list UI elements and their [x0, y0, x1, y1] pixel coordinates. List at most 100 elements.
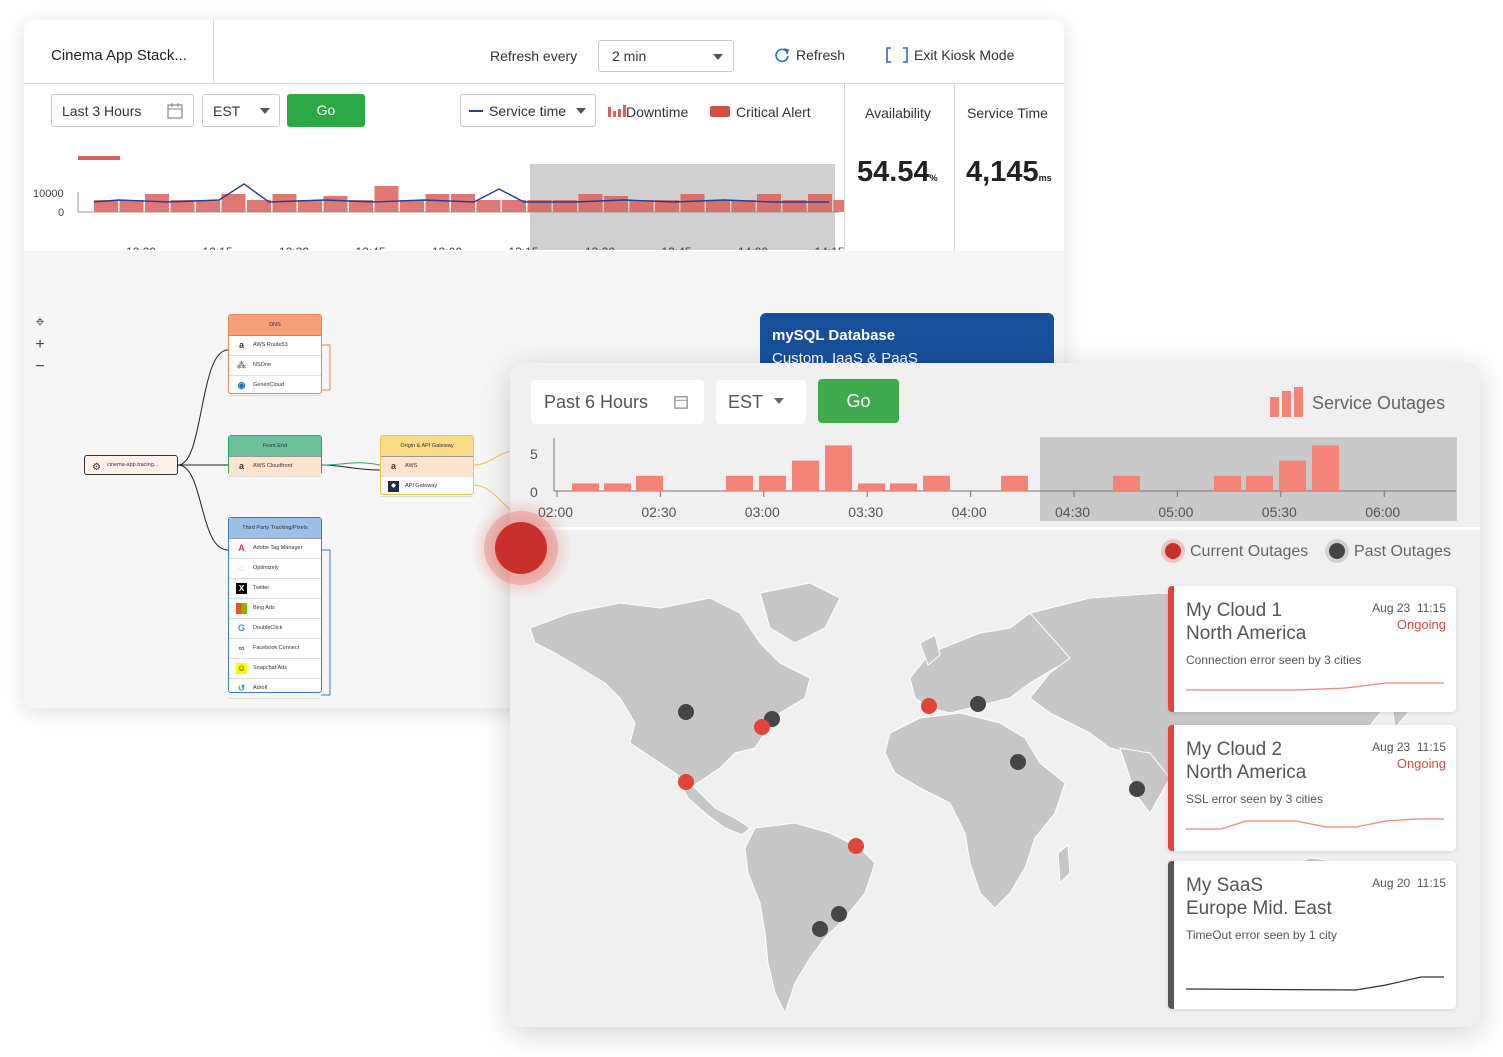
downtime-legend[interactable]: Downtime — [608, 104, 688, 120]
current-outage-marker[interactable] — [678, 774, 694, 790]
critical-alert-legend[interactable]: Critical Alert — [710, 104, 811, 120]
current-outage-marker[interactable] — [921, 698, 937, 714]
tracker-item-label: Optimizely — [253, 565, 279, 571]
origin-group[interactable]: Origin & API Gateway a AWS ◆ API Gateway — [380, 435, 474, 497]
tracker-item-label: Bing Ads — [253, 605, 275, 611]
x-tick: 13:45 — [662, 245, 692, 250]
outage-bar — [1312, 445, 1339, 491]
tracker-item[interactable]: ↺ Adroll — [229, 679, 321, 699]
x-tick: 05:00 — [1158, 504, 1193, 520]
card-timestamp: Aug 20 11:15 — [1372, 876, 1446, 890]
current-outage-beacon[interactable] — [471, 498, 571, 598]
tracker-item[interactable]: ☺ Snapchat Ads — [229, 659, 321, 679]
dns-item-label: GeneriCloud — [253, 382, 284, 388]
dns-item[interactable]: ⁂ NSOne — [229, 356, 321, 376]
adobe-icon: A — [238, 543, 245, 553]
refresh-interval-select[interactable]: 2 min — [598, 40, 734, 72]
past-outage-marker[interactable] — [1010, 754, 1026, 770]
time-range-picker[interactable]: Last 3 Hours — [51, 94, 194, 127]
time-range-value: Last 3 Hours — [62, 103, 142, 119]
frontend-group[interactable]: Front End a AWS Cloudfront — [228, 435, 322, 477]
downtime-bar — [706, 200, 730, 212]
service-outages-title-text: Service Outages — [1312, 393, 1446, 413]
current-outage-dot-icon — [1165, 543, 1181, 559]
africa-shape — [884, 712, 1066, 909]
refresh-button[interactable]: Refresh — [774, 47, 845, 63]
x-tick: 12:45 — [356, 245, 386, 250]
chevron-down-icon — [576, 108, 586, 114]
y-tick: 0 — [530, 484, 538, 500]
x-tick: 12:15 — [203, 245, 233, 250]
current-outage-marker[interactable] — [848, 838, 864, 854]
refresh-label: Refresh — [796, 47, 846, 63]
card-description: SSL error seen by 3 cities — [1186, 792, 1323, 806]
exit-kiosk-label: Exit Kiosk Mode — [914, 47, 1015, 63]
service-time-legend-select[interactable]: Service time — [460, 94, 596, 127]
x-tick: 04:00 — [952, 504, 987, 520]
outage-bar — [759, 475, 786, 491]
availability-number: 54.54 — [857, 156, 930, 188]
go-button[interactable]: Go — [287, 94, 365, 127]
origin-item[interactable]: ◆ API Gateway — [381, 477, 473, 497]
timezone-select[interactable]: EST — [202, 94, 280, 127]
outage-go-button[interactable]: Go — [818, 379, 899, 423]
card-sparkline — [1186, 682, 1444, 691]
meta-icon: ∞ — [238, 643, 245, 653]
past-outage-marker[interactable] — [812, 921, 828, 937]
past-outage-marker[interactable] — [1129, 781, 1145, 797]
kpi-divider-1 — [844, 83, 845, 251]
x-tick: 12:30 — [279, 245, 309, 250]
past-outage-marker[interactable] — [970, 696, 986, 712]
dns-item-label: AWS Route53 — [253, 342, 288, 348]
network-icon: ⁂ — [237, 360, 246, 370]
card-timestamp: Aug 23 11:15 — [1372, 601, 1446, 615]
outage-timezone-select[interactable]: EST — [716, 380, 806, 424]
tracker-item[interactable]: Bing Ads — [229, 599, 321, 619]
current-outages-legend[interactable]: Current Outages — [1165, 543, 1308, 561]
bar-chart-icon — [1270, 387, 1303, 417]
root-node[interactable]: ⚙ cinema-app.tracing... — [84, 455, 178, 475]
dns-item[interactable]: a AWS Route53 — [229, 336, 321, 356]
downtime-bar — [629, 200, 654, 212]
origin-item[interactable]: a AWS — [381, 457, 473, 477]
third-party-group[interactable]: Third Party Tracking/Pixels A Adobe Tag M… — [228, 517, 322, 699]
service-time-legend-label: Service time — [489, 103, 567, 119]
kpi-divider-2 — [954, 83, 955, 251]
outage-bar — [923, 475, 950, 491]
outage-bar — [1246, 475, 1273, 491]
tracker-item[interactable]: A Adobe Tag Manager — [229, 539, 321, 559]
current-outage-marker[interactable] — [754, 719, 770, 735]
past-outage-marker[interactable] — [831, 906, 847, 922]
amazon-icon: a — [238, 340, 244, 350]
outage-card[interactable]: My Cloud 1 North America Aug 23 11:15 On… — [1168, 586, 1456, 712]
api-gateway-icon: ◆ — [388, 481, 399, 492]
x-tick: 02:30 — [641, 504, 676, 520]
card-description: TimeOut error seen by 1 city — [1186, 928, 1337, 942]
availability-label: Availability — [865, 105, 931, 121]
tracker-item[interactable]: G DoubleClick — [229, 619, 321, 639]
past-outages-legend[interactable]: Past Outages — [1329, 543, 1451, 561]
tracker-item[interactable]: X Twitter — [229, 579, 321, 599]
outage-card[interactable]: My Cloud 2 North America Aug 23 11:15 On… — [1168, 725, 1456, 851]
dns-group[interactable]: DNS a AWS Route53 ⁂ NSOne ◉ GeneriCloud — [228, 314, 322, 396]
critical-alert-legend-label: Critical Alert — [736, 104, 811, 120]
exit-kiosk-button[interactable]: Exit Kiosk Mode — [886, 47, 1014, 63]
card-region: Europe Mid. East — [1186, 898, 1332, 919]
x-tick: 12:00 — [126, 245, 156, 250]
dns-item[interactable]: ◉ GeneriCloud — [229, 376, 321, 396]
root-node-label: cinema-app.tracing... — [107, 462, 159, 468]
card-title: My SaaS — [1186, 875, 1264, 896]
outage-range-picker[interactable]: Past 6 Hours — [531, 380, 704, 424]
chevron-down-icon — [713, 54, 723, 60]
chart-divider — [510, 527, 1480, 530]
past-outage-marker[interactable] — [678, 704, 694, 720]
app-title: Cinema App Stack... — [51, 47, 187, 64]
bar-chart-icon — [608, 105, 626, 117]
outage-card[interactable]: My SaaS Europe Mid. East Aug 20 11:15 Ti… — [1168, 861, 1456, 1009]
dns-group-title: DNS — [229, 315, 321, 336]
tracker-item[interactable]: ◌ Optimizely — [229, 559, 321, 579]
tracker-item-label: Adroll — [253, 685, 268, 691]
tracker-item[interactable]: ∞ Facebook Connect — [229, 639, 321, 659]
x-tick: 13:15 — [509, 245, 539, 250]
frontend-item[interactable]: a AWS Cloudfront — [229, 457, 321, 477]
